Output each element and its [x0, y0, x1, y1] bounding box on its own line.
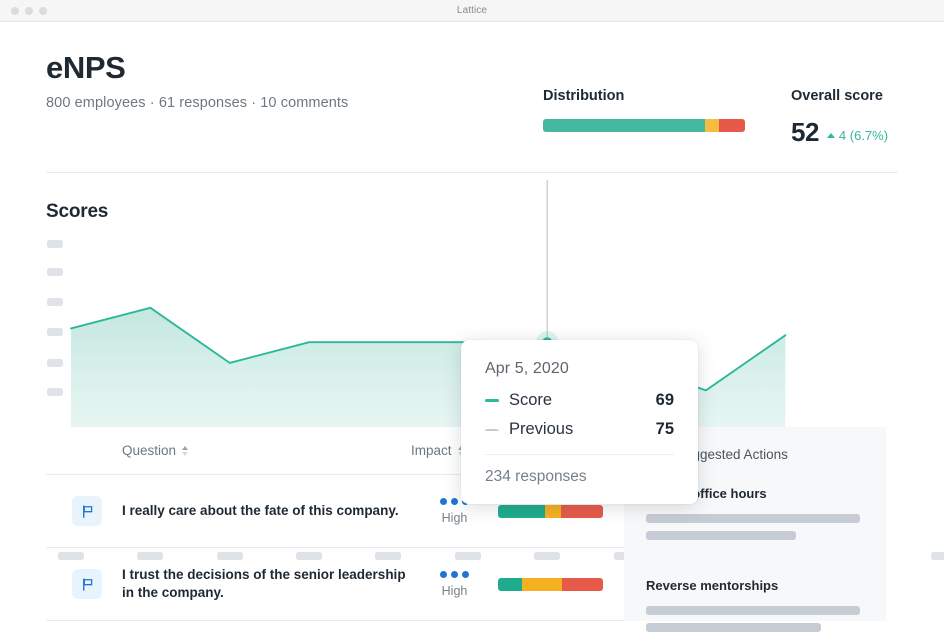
tooltip-row-score: Score 69: [485, 391, 674, 410]
page-subtitle: 800 employees · 61 responses · 10 commen…: [46, 95, 898, 111]
impact-level-label: High: [411, 511, 498, 525]
tooltip-date: Apr 5, 2020: [485, 360, 674, 378]
chart-tooltip: Apr 5, 2020 Score 69 Previous 75 234 res…: [461, 340, 698, 504]
y-axis-label-placeholder: [47, 328, 63, 336]
overall-score-label: Overall score: [791, 88, 888, 104]
sort-icon[interactable]: [182, 446, 188, 456]
suggested-action-body-placeholder: [646, 606, 860, 615]
distribution-segment-detractors: [719, 119, 745, 132]
suggested-action-body-placeholder: [646, 623, 821, 632]
suggested-actions-list: Leader office hoursReverse mentorships: [646, 486, 860, 632]
table-row[interactable]: I trust the decisions of the senior lead…: [46, 548, 624, 621]
caret-up-icon: [827, 133, 835, 138]
tooltip-previous-label: Previous: [509, 420, 656, 439]
row-distribution: [498, 505, 624, 518]
suggested-action-item[interactable]: Reverse mentorships: [646, 578, 860, 632]
suggested-action-body-placeholder: [646, 531, 796, 540]
tooltip-score-label: Score: [509, 391, 656, 410]
score-delta-text: 4 (6.7%): [839, 128, 888, 143]
flag-icon[interactable]: [72, 496, 102, 526]
question-text: I trust the decisions of the senior lead…: [122, 566, 411, 602]
column-header-question-label: Question: [122, 443, 176, 458]
window-titlebar: Lattice: [0, 0, 944, 22]
distribution-segment-neutral: [522, 578, 562, 591]
question-text: I really care about the fate of this com…: [122, 502, 411, 520]
distribution-bar: [543, 119, 745, 132]
header-overall-score: Overall score 52 4 (6.7%): [791, 88, 888, 145]
header-distribution: Distribution: [543, 88, 745, 132]
column-header-impact-label: Impact: [411, 443, 452, 458]
y-axis-label-placeholder: [47, 240, 63, 248]
distribution-segment-promoters: [543, 119, 705, 132]
tooltip-row-previous: Previous 75: [485, 420, 674, 439]
flag-icon[interactable]: [72, 569, 102, 599]
suggested-action-name: Reverse mentorships: [646, 578, 860, 593]
impact-level-label: High: [411, 584, 498, 598]
impact-dots: [411, 571, 498, 578]
distribution-bar: [498, 578, 603, 591]
tooltip-responses: 234 responses: [485, 468, 674, 486]
previous-line-swatch-icon: [485, 429, 499, 431]
distribution-segment-neutral: [545, 505, 561, 518]
y-axis-label-placeholder: [47, 268, 63, 276]
impact-cell: High: [411, 571, 498, 598]
page-title: eNPS: [46, 52, 898, 83]
tooltip-divider: [485, 454, 674, 455]
column-header-question[interactable]: Question: [122, 443, 411, 458]
distribution-label: Distribution: [543, 88, 745, 104]
scores-chart-section: Scores Apr 5, 2020: [0, 172, 944, 427]
distribution-segment-unfavorable: [561, 505, 603, 518]
distribution-segment-passives: [705, 119, 719, 132]
tooltip-score-value: 69: [656, 391, 674, 410]
distribution-bar: [498, 505, 603, 518]
y-axis-label-placeholder: [47, 298, 63, 306]
y-axis-label-placeholder: [47, 388, 63, 396]
distribution-segment-unfavorable: [562, 578, 603, 591]
page-body: eNPS 800 employees · 61 responses · 10 c…: [0, 22, 944, 621]
score-delta: 4 (6.7%): [827, 128, 888, 145]
tooltip-previous-value: 75: [656, 420, 674, 439]
suggested-action-body-placeholder: [646, 514, 860, 523]
row-distribution: [498, 578, 624, 591]
score-line-swatch-icon: [485, 399, 499, 402]
window-title: Lattice: [0, 5, 944, 16]
overall-score-value: 52: [791, 119, 819, 145]
distribution-segment-favorable: [498, 578, 522, 591]
distribution-segment-favorable: [498, 505, 545, 518]
page-header: eNPS 800 employees · 61 responses · 10 c…: [0, 22, 944, 112]
y-axis-label-placeholder: [47, 359, 63, 367]
